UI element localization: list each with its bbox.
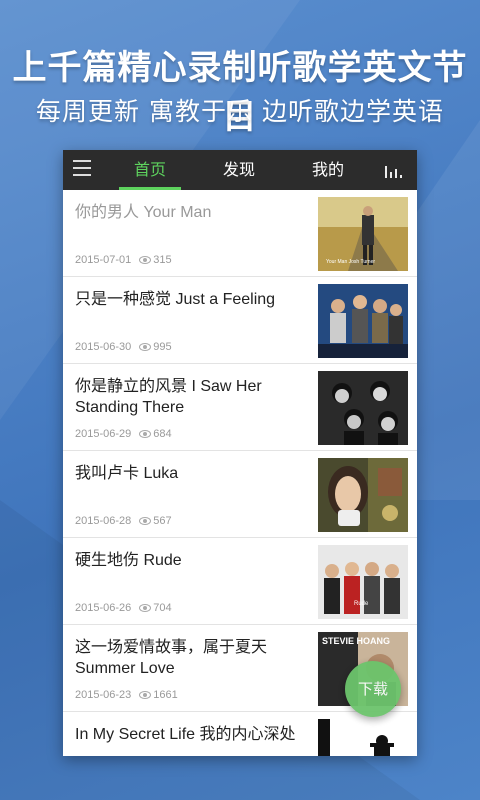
item-title: 只是一种感觉 Just a Feeling	[75, 291, 276, 308]
item-thumbnail	[318, 719, 408, 756]
item-meta: 2015-06-26 704	[75, 602, 172, 614]
item-date: 2015-06-26	[75, 602, 132, 614]
tab-home[interactable]: 首页	[119, 150, 181, 190]
equalizer-icon[interactable]	[385, 162, 403, 178]
eye-icon	[139, 256, 152, 265]
thumb-caption: Rude	[354, 601, 369, 607]
top-nav-bar: 首页 发现 我的	[63, 150, 417, 190]
item-views: 567	[153, 515, 172, 527]
item-views: 704	[153, 602, 172, 614]
menu-icon[interactable]	[73, 160, 91, 176]
item-views: 995	[153, 341, 172, 353]
item-title: In My Secret Life 我的内心深处	[75, 726, 296, 743]
eye-icon	[139, 691, 152, 700]
item-meta: 2015-06-30 995	[75, 341, 172, 353]
item-date: 2015-06-23	[75, 689, 132, 701]
item-date: 2015-06-28	[75, 515, 132, 527]
list-item[interactable]: 只是一种感觉 Just a Feeling 2015-06-30 995	[63, 277, 417, 364]
item-thumbnail: Your Man Josh Turner	[318, 197, 408, 271]
tab-mine[interactable]: 我的	[297, 150, 359, 190]
item-thumbnail	[318, 284, 408, 358]
item-title: 硬生地伤 Rude	[75, 552, 182, 569]
download-button[interactable]: 下载	[345, 661, 401, 717]
list-item[interactable]: 我叫卢卡 Luka 2015-06-28 567	[63, 451, 417, 538]
item-views: 315	[153, 254, 172, 266]
item-thumbnail	[318, 458, 408, 532]
item-date: 2015-06-30	[75, 341, 132, 353]
promo-subheadline: 每周更新 寓教于乐 边听歌边学英语	[36, 97, 444, 126]
tab-discover[interactable]: 发现	[208, 150, 270, 190]
item-thumbnail: Rude	[318, 545, 408, 619]
item-meta: 2015-06-23 1661	[75, 689, 178, 701]
item-meta: 2015-06-28 567	[75, 515, 172, 527]
item-title: 我叫卢卡 Luka	[75, 465, 179, 482]
item-date: 2015-07-01	[75, 254, 132, 266]
list-item[interactable]: 硬生地伤 Rude 2015-06-26 704 Rude	[63, 538, 417, 625]
item-title: 你的男人 Your Man	[75, 204, 212, 221]
list-item[interactable]: In My Secret Life 我的内心深处	[63, 712, 417, 756]
item-views: 684	[153, 428, 172, 440]
eye-icon	[139, 517, 152, 526]
item-title: 这一场爱情故事，属于夏天 Summer Love	[75, 639, 268, 677]
list-item[interactable]: 你是静立的风景 I Saw Her Standing There 2015-06…	[63, 364, 417, 451]
item-date: 2015-06-29	[75, 428, 132, 440]
item-meta: 2015-07-01 315	[75, 254, 172, 266]
item-thumbnail	[318, 371, 408, 445]
item-title: 你是静立的风景 I Saw Her Standing There	[75, 378, 262, 416]
eye-icon	[139, 343, 152, 352]
eye-icon	[139, 430, 152, 439]
thumb-caption: Your Man Josh Turner	[326, 259, 375, 265]
eye-icon	[139, 604, 152, 613]
list-item[interactable]: 你的男人 Your Man 2015-07-01 315 Your Man Jos…	[63, 190, 417, 277]
thumb-caption: STEVIE HOANG	[322, 636, 390, 646]
item-views: 1661	[153, 689, 178, 701]
item-meta: 2015-06-29 684	[75, 428, 172, 440]
